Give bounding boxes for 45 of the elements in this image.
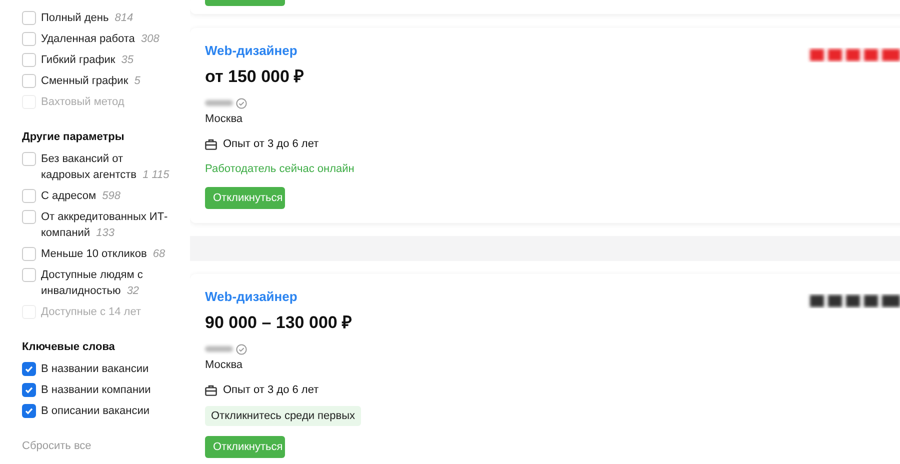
salary: 90 000 – 130 000 ₽ [205, 312, 354, 333]
city: Москва [205, 359, 243, 371]
checkbox[interactable] [22, 32, 36, 46]
verified-icon [236, 344, 247, 354]
checkbox[interactable] [22, 210, 36, 224]
hint-badge: Откликнитесь среди первых [205, 406, 361, 426]
filter-label[interactable]: В названии компании [41, 382, 173, 398]
checkbox[interactable] [22, 74, 36, 88]
filter-label[interactable]: Доступные людям с инвалидностью 32 [41, 267, 173, 299]
checkbox[interactable] [22, 383, 36, 397]
filter-label[interactable]: Меньше 10 откликов 68 [41, 246, 173, 262]
vacancy-title-link[interactable]: Web-дизайнер [205, 289, 298, 304]
check-icon [24, 364, 34, 374]
briefcase-icon [205, 384, 217, 396]
vacancy-title-link[interactable]: Web-дизайнер [205, 43, 298, 58]
filter-label[interactable]: Удаленная работа 308 [41, 31, 173, 47]
salary: от 150 000 ₽ [205, 66, 306, 87]
checkbox[interactable] [22, 247, 36, 261]
checkbox[interactable] [22, 268, 36, 282]
blurred-company-name [205, 100, 233, 106]
city: Москва [205, 113, 243, 125]
experience-text: Опыт от 3 до 6 лет [223, 138, 319, 150]
filter-label[interactable]: От аккредитованных ИТ-компаний 133 [41, 209, 173, 241]
experience-text: Опыт от 3 до 6 лет [223, 384, 319, 396]
online-status: Работодатель сейчас онлайн [205, 163, 354, 175]
checkbox[interactable] [22, 362, 36, 376]
briefcase-icon [205, 138, 217, 150]
filter-label[interactable]: Гибкий график 35 [41, 52, 173, 68]
checkbox[interactable] [22, 53, 36, 67]
checkbox[interactable] [22, 11, 36, 25]
blurred-company-name [205, 346, 233, 352]
filter-label[interactable]: Полный день 814 [41, 10, 173, 26]
filter-label[interactable]: Без вакансий от кадровых агентств 1 115 [41, 151, 173, 183]
filter-label[interactable]: В описании вакансии [41, 403, 173, 419]
checkbox[interactable] [22, 152, 36, 166]
checkbox[interactable] [22, 189, 36, 203]
section-heading: Ключевые слова [22, 340, 116, 353]
verified-icon [236, 98, 247, 108]
check-icon [24, 406, 34, 416]
filter-label[interactable]: Сменный график 5 [41, 73, 173, 89]
check-icon [24, 385, 34, 395]
filter-label[interactable]: В названии вакансии [41, 361, 173, 377]
filter-label[interactable]: С адресом 598 [41, 188, 173, 204]
section-heading: Другие параметры [22, 130, 126, 143]
checkbox[interactable] [22, 404, 36, 418]
